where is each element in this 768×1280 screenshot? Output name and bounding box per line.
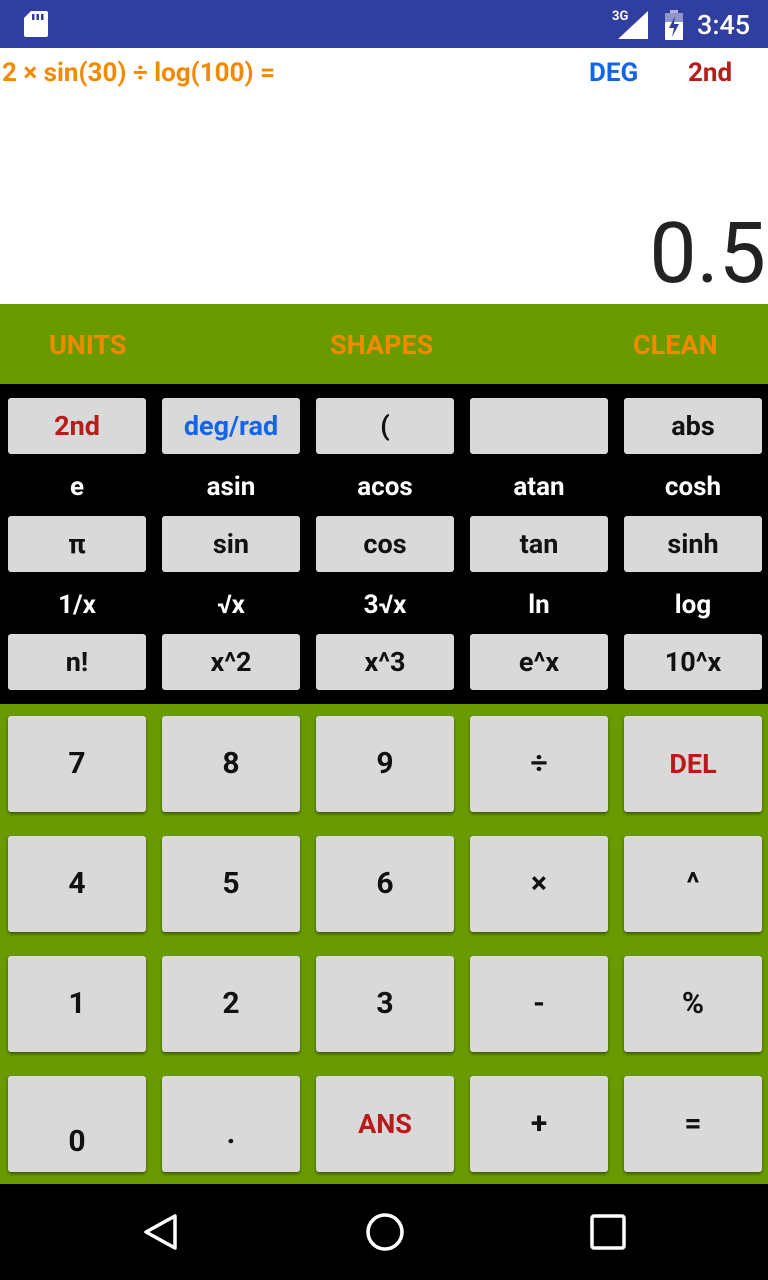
sinh-key[interactable]: sinh [624, 516, 762, 572]
angle-mode-indicator: DEG [589, 58, 639, 88]
ln-label: ln [528, 590, 550, 620]
close-paren-key[interactable] [470, 398, 608, 454]
sd-card-icon [24, 11, 48, 37]
e-label: e [69, 472, 85, 502]
delete-key[interactable]: DEL [624, 716, 762, 812]
back-icon[interactable] [141, 1212, 181, 1252]
acos-label: acos [357, 472, 413, 502]
clean-tab[interactable]: CLEAN [633, 304, 718, 384]
cbrt-label: 3√x [363, 590, 407, 620]
digit-8-key[interactable]: 8 [162, 716, 300, 812]
shapes-tab[interactable]: SHAPES [330, 304, 433, 384]
tan-key[interactable]: tan [470, 516, 608, 572]
cosh-label: cosh [664, 472, 722, 502]
function-tabs: UNITS SHAPES CLEAN [0, 304, 768, 384]
home-icon[interactable] [365, 1212, 405, 1252]
cube-key[interactable]: x^3 [316, 634, 454, 690]
cos-key[interactable]: cos [316, 516, 454, 572]
scientific-keypad: 2nd deg/rad ( abs e asin acos atan cosh … [0, 384, 768, 704]
percent-key[interactable]: % [624, 956, 762, 1052]
open-paren-key[interactable]: ( [316, 398, 454, 454]
second-mode-indicator: 2nd [688, 58, 733, 88]
digit-4-key[interactable]: 4 [8, 836, 146, 932]
digit-3-key[interactable]: 3 [316, 956, 454, 1052]
status-clock: 3:45 [697, 9, 751, 41]
sqrt-label: √x [217, 590, 245, 620]
deg-rad-key[interactable]: deg/rad [162, 398, 300, 454]
divide-key[interactable]: ÷ [470, 716, 608, 812]
digit-9-key[interactable]: 9 [316, 716, 454, 812]
numeric-keypad: 7 8 9 ÷ DEL 4 5 6 × ^ 1 2 3 - % 0 . ANS … [0, 704, 768, 1184]
recents-icon[interactable] [590, 1214, 626, 1250]
digit-5-key[interactable]: 5 [162, 836, 300, 932]
result-text: 0.5 [649, 204, 766, 303]
equals-key[interactable]: = [624, 1076, 762, 1172]
signal-icon [618, 11, 648, 39]
expression-text: 2 × sin(30) ÷ log(100) = [2, 58, 276, 88]
calculator-display: 2 × sin(30) ÷ log(100) = DEG 2nd 0.5 [0, 48, 768, 304]
square-key[interactable]: x^2 [162, 634, 300, 690]
subtract-key[interactable]: - [470, 956, 608, 1052]
digit-2-key[interactable]: 2 [162, 956, 300, 1052]
digit-7-key[interactable]: 7 [8, 716, 146, 812]
digit-1-key[interactable]: 1 [8, 956, 146, 1052]
ans-key[interactable]: ANS [316, 1076, 454, 1172]
pow10-key[interactable]: 10^x [624, 634, 762, 690]
status-bar: 3G 3:45 [0, 0, 768, 48]
units-tab[interactable]: UNITS [49, 304, 127, 384]
battery-icon [665, 10, 683, 40]
exp-key[interactable]: e^x [470, 634, 608, 690]
multiply-key[interactable]: × [470, 836, 608, 932]
power-key[interactable]: ^ [624, 836, 762, 932]
pi-key[interactable]: π [8, 516, 146, 572]
decimal-key[interactable]: . [162, 1076, 300, 1172]
digit-6-key[interactable]: 6 [316, 836, 454, 932]
second-key[interactable]: 2nd [8, 398, 146, 454]
abs-key[interactable]: abs [624, 398, 762, 454]
atan-label: atan [513, 472, 565, 502]
reciprocal-label: 1/x [58, 590, 96, 620]
add-key[interactable]: + [470, 1076, 608, 1172]
log-label: log [674, 590, 712, 620]
sin-key[interactable]: sin [162, 516, 300, 572]
factorial-key[interactable]: n! [8, 634, 146, 690]
digit-0-key[interactable]: 0 [8, 1076, 146, 1172]
asin-label: asin [206, 472, 256, 502]
